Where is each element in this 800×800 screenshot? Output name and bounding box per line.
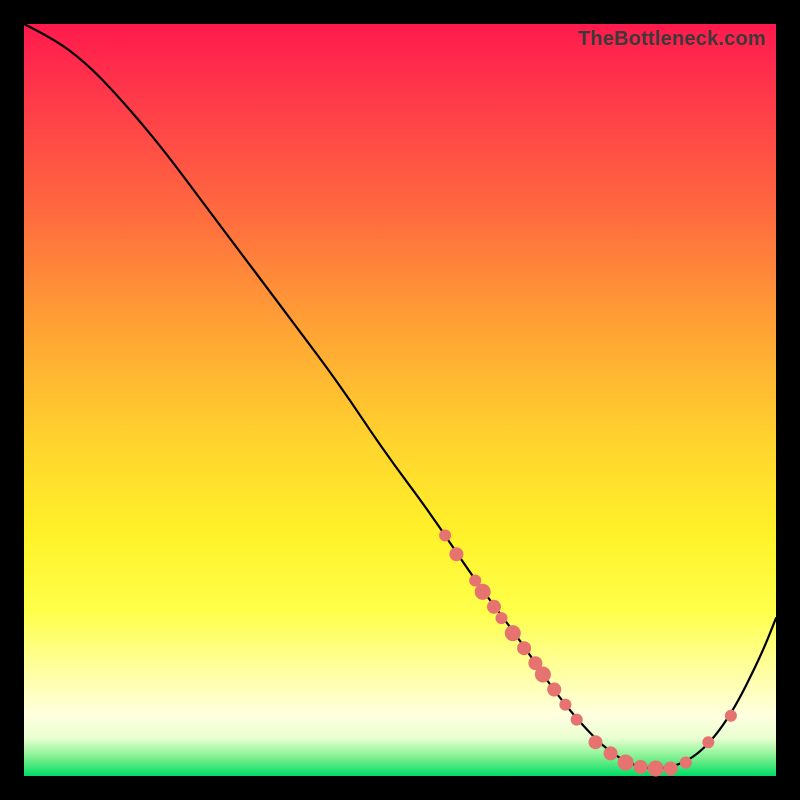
data-marker bbox=[725, 710, 737, 722]
data-marker bbox=[702, 736, 714, 748]
data-marker bbox=[487, 600, 501, 614]
data-marker bbox=[449, 547, 463, 561]
data-marker bbox=[505, 625, 521, 641]
data-marker bbox=[535, 667, 551, 683]
data-marker bbox=[648, 761, 664, 777]
data-marker bbox=[475, 584, 491, 600]
chart-plot-area: TheBottleneck.com bbox=[24, 24, 776, 776]
data-marker bbox=[618, 755, 634, 771]
data-marker bbox=[439, 529, 451, 541]
data-marker bbox=[604, 746, 618, 760]
data-marker bbox=[517, 641, 531, 655]
data-marker bbox=[589, 735, 603, 749]
data-marker bbox=[664, 762, 678, 776]
marker-layer bbox=[439, 529, 737, 776]
data-marker bbox=[559, 699, 571, 711]
data-marker bbox=[634, 760, 648, 774]
chart-svg bbox=[24, 24, 776, 776]
bottleneck-curve bbox=[24, 24, 776, 769]
data-marker bbox=[680, 757, 692, 769]
data-marker bbox=[496, 612, 508, 624]
data-marker bbox=[547, 683, 561, 697]
data-marker bbox=[571, 714, 583, 726]
